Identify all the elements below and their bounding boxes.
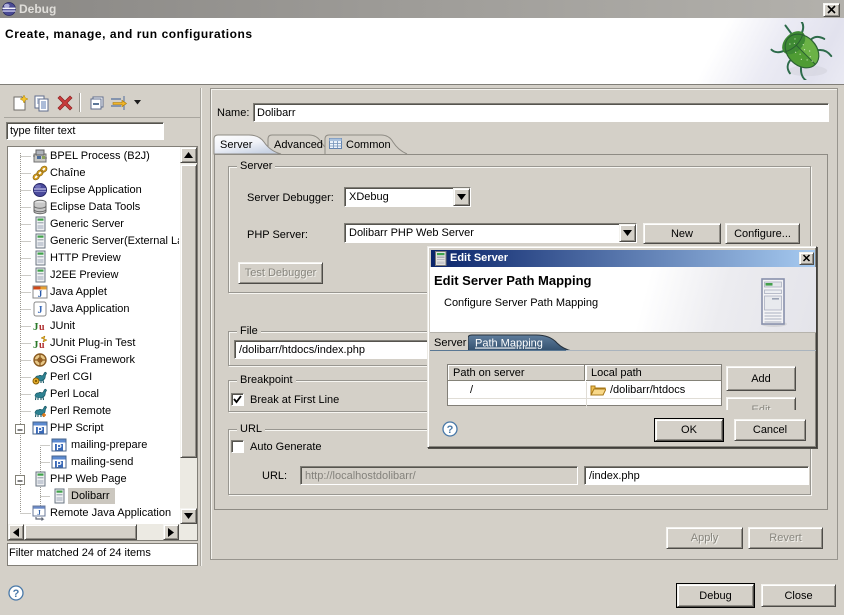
svg-text:P: P: [56, 460, 62, 469]
svg-text:J: J: [38, 289, 43, 299]
svg-text:Path Mapping: Path Mapping: [475, 338, 543, 350]
svg-text:J: J: [38, 305, 43, 316]
svg-text:P: P: [37, 426, 43, 435]
svg-text:P: P: [56, 443, 62, 452]
svg-text:J: J: [37, 509, 41, 517]
svg-text:Common: Common: [346, 139, 391, 151]
svg-text:Advanced: Advanced: [274, 139, 323, 151]
svg-text:u: u: [39, 322, 45, 333]
svg-text:Server: Server: [220, 139, 253, 151]
svg-text:?: ?: [447, 424, 454, 436]
svg-text:?: ?: [13, 588, 20, 600]
